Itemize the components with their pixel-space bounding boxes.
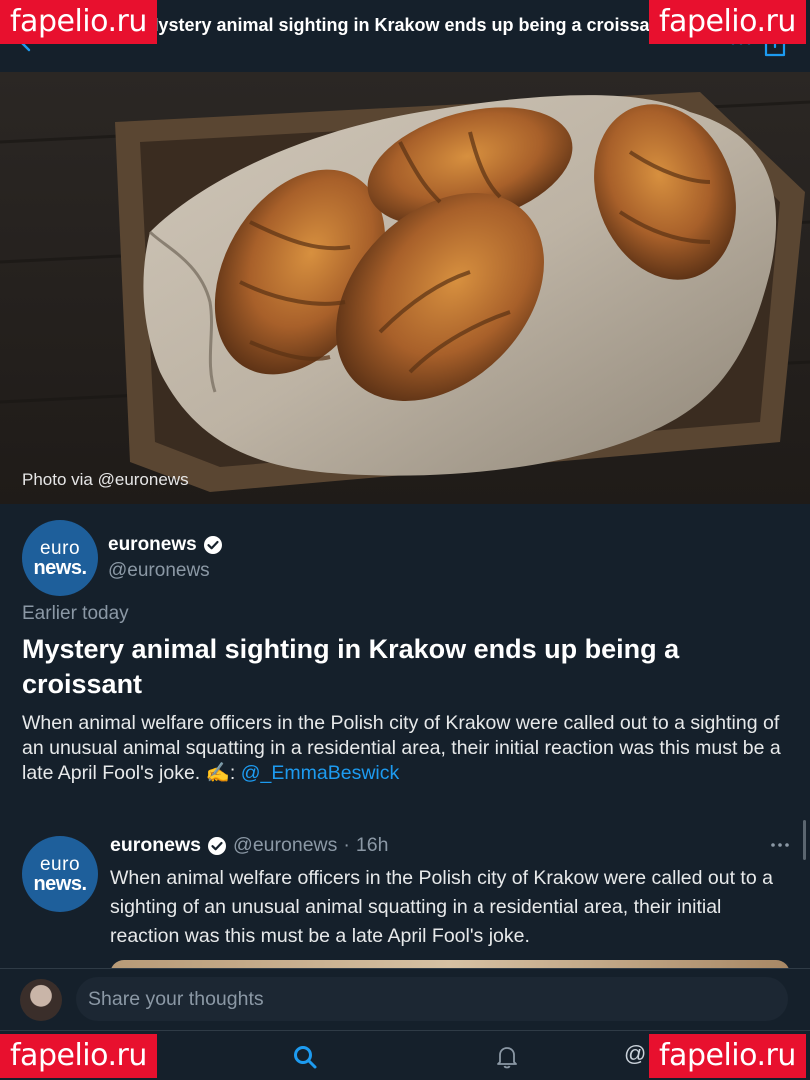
tweet-avatar[interactable]: euro news.: [22, 836, 98, 912]
tab-messages-partial[interactable]: @: [624, 1041, 646, 1069]
avatar-logo-line1: euro: [39, 537, 81, 559]
watermark: fapelio.ru: [649, 0, 806, 44]
verified-icon: [203, 536, 222, 554]
author-handle: @euronews: [108, 560, 210, 581]
scrollbar[interactable]: [803, 820, 806, 860]
watermark: fapelio.ru: [0, 0, 157, 44]
avatar[interactable]: euro news.: [22, 520, 98, 596]
avatar-logo-line2: news.: [33, 556, 87, 579]
article-hero-image[interactable]: [0, 72, 810, 504]
search-icon[interactable]: [291, 1043, 319, 1071]
bell-icon[interactable]: [493, 1043, 521, 1071]
tweet-author-name[interactable]: euronews: [110, 834, 201, 857]
reply-composer: [0, 968, 810, 1030]
tweet-text: When animal welfare officers in the Poli…: [110, 867, 773, 947]
avatar[interactable]: [20, 979, 62, 1021]
tweet-time: 16h: [355, 834, 389, 856]
author-name-row: euronews: [108, 534, 223, 556]
more-icon[interactable]: [770, 840, 790, 850]
author-name: euronews: [108, 534, 197, 555]
verified-icon: [208, 836, 227, 855]
author-meta: euronews @euronews: [108, 534, 223, 582]
tweet-author-handle: @euronews: [233, 834, 338, 856]
tweet-header: euronews @euronews · 16h: [110, 834, 388, 857]
article-summary: When animal welfare officers in the Poli…: [22, 711, 802, 786]
article-author[interactable]: euro news. euronews @euronews: [22, 520, 223, 596]
author-mention-link[interactable]: @_EmmaBeswick: [241, 762, 400, 784]
photo-credit: Photo via @euronews: [22, 470, 189, 489]
croissant-photo: [0, 72, 810, 504]
page-title: Mystery animal sighting in Krakow ends u…: [143, 14, 667, 35]
avatar-logo-line1: euro: [39, 853, 81, 875]
avatar-logo-line2: news.: [33, 872, 87, 895]
article-timestamp: Earlier today: [22, 603, 129, 624]
watermark: fapelio.ru: [0, 1034, 157, 1078]
tweet-separator: ·: [343, 834, 350, 856]
watermark: fapelio.ru: [649, 1034, 806, 1078]
summary-text: When animal welfare officers in the Poli…: [22, 712, 781, 784]
article-headline[interactable]: Mystery animal sighting in Krakow ends u…: [22, 632, 792, 702]
share-thoughts-input[interactable]: [76, 977, 788, 1021]
